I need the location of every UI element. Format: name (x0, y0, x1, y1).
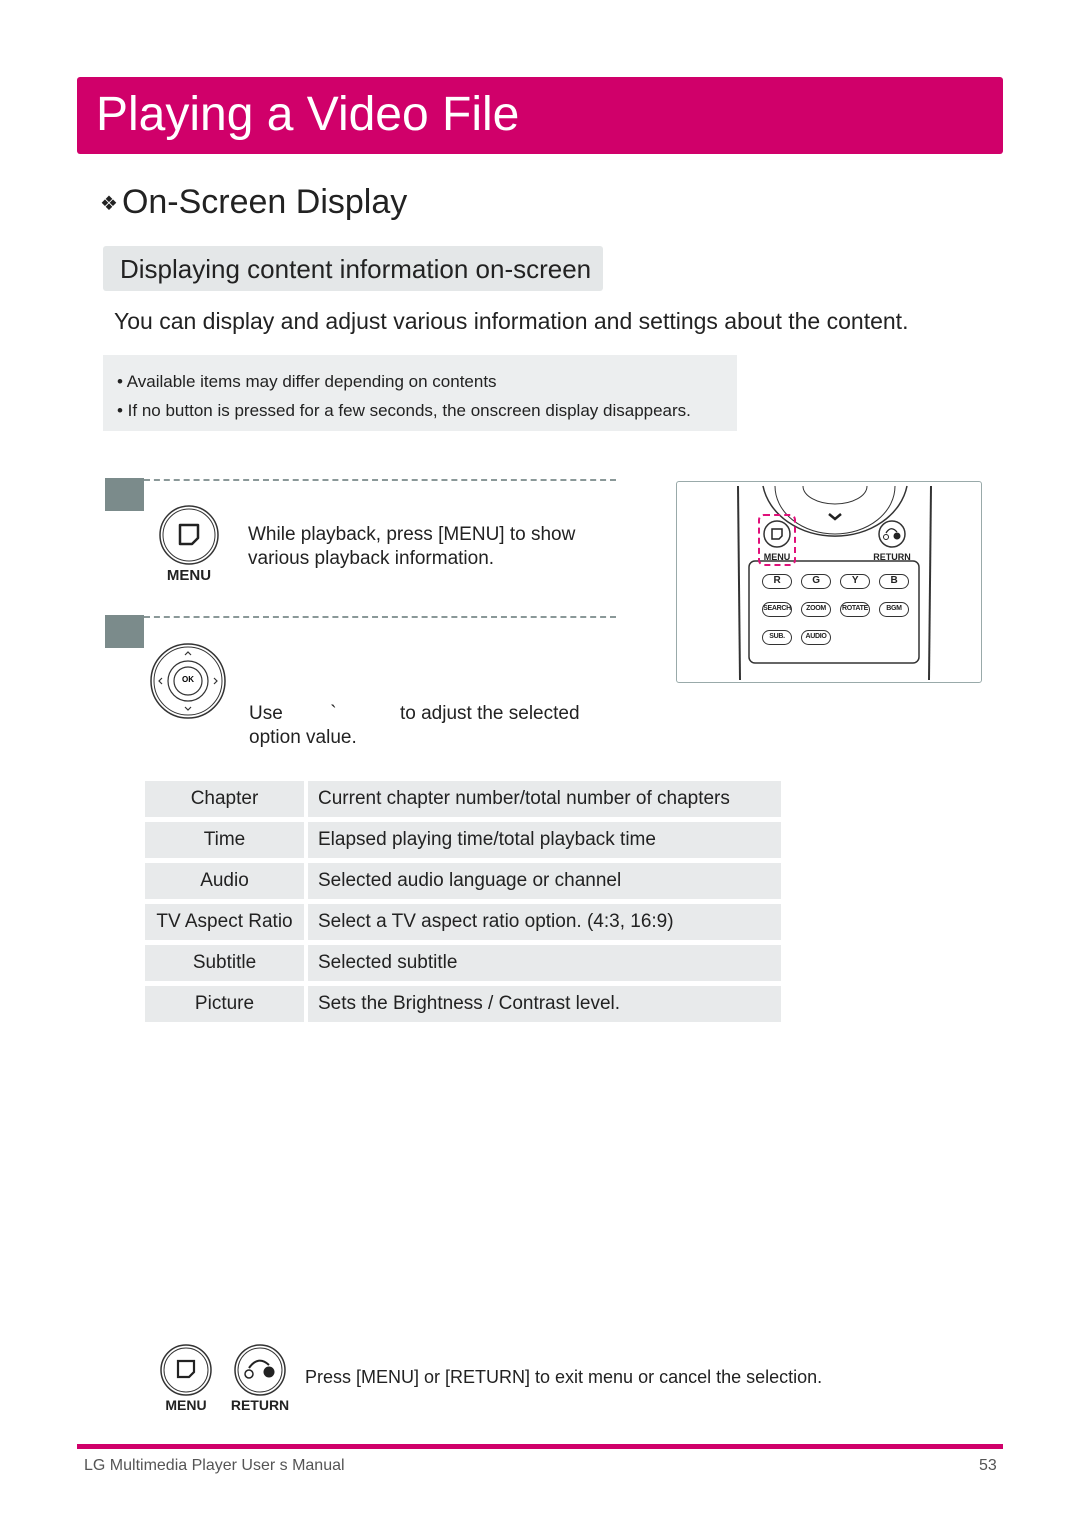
step-2-text: Use ` to adjust the selected option value… (249, 703, 580, 748)
exit-text: Press [MENU] or [RETURN] to exit menu or… (305, 1367, 823, 1387)
step-marker (105, 615, 144, 648)
menu-label: MENU (165, 1397, 207, 1413)
title-bar: Playing a Video File (77, 77, 1003, 154)
menu-button-icon (159, 505, 219, 565)
item-name: Chapter (145, 781, 304, 817)
item-description: Selected audio language or channel (308, 863, 781, 899)
return-button-icon (878, 520, 906, 548)
footer-rule (77, 1444, 1003, 1449)
item-name: TV Aspect Ratio (145, 904, 304, 940)
remote-illustration: MENU RETURN R G Y B SEARCH ZOOM ROTATE BGM SUB. A… (676, 481, 982, 683)
item-name: Time (145, 822, 304, 858)
note: • If no button is pressed for a few seco… (117, 401, 691, 420)
table-row: Time Elapsed playing time/total playback … (145, 822, 781, 858)
item-description: Sets the Brightness / Contrast level. (308, 986, 781, 1022)
table-row: Chapter Current chapter number/total numb… (145, 781, 781, 817)
page-title: Playing a Video File (96, 88, 520, 141)
info-table: Chapter Current chapter number/total numb… (141, 776, 785, 1027)
table-row: TV Aspect Ratio Select a TV aspect ratio … (145, 904, 781, 940)
remote-button-bgm: BGM (879, 602, 909, 617)
item-name: Subtitle (145, 945, 304, 981)
remote-button-search: SEARCH (762, 602, 792, 617)
remote-button-b: B (879, 574, 909, 589)
item-name: Audio (145, 863, 304, 899)
step-1-text: While playback, press [MENU] to show vari… (248, 524, 576, 569)
menu-button-icon (763, 520, 791, 548)
page-number: 53 (979, 1457, 997, 1474)
remote-button-g: G (801, 574, 831, 589)
step-marker (105, 478, 144, 511)
subheading: Displaying content information on-screen (103, 246, 603, 291)
divider (144, 479, 616, 481)
remote-button-sub: SUB. (762, 630, 792, 645)
note: • Available items may differ depending o… (117, 372, 497, 391)
remote-return-label: RETURN (873, 552, 911, 562)
diamond-bullet-icon: ❖ (100, 193, 118, 215)
return-label: RETURN (230, 1397, 290, 1413)
item-description: Select a TV aspect ratio option. (4:3, 1… (308, 904, 781, 940)
section-title: ❖ On-Screen Display (100, 183, 408, 221)
remote-button-r: R (762, 574, 792, 589)
remote-button-audio: AUDIO (801, 630, 831, 645)
remote-menu-label: MENU (763, 552, 791, 562)
menu-button-icon (160, 1344, 212, 1396)
notes-box: • Available items may differ depending o… (103, 355, 737, 431)
menu-label: MENU (166, 567, 212, 584)
item-description: Current chapter number/total number of c… (308, 781, 781, 817)
return-button-icon (234, 1344, 286, 1396)
footer-title: LG Multimedia Player User s Manual (84, 1457, 345, 1474)
item-description: Selected subtitle (308, 945, 781, 981)
table-row: Picture Sets the Brightness / Contrast le… (145, 986, 781, 1022)
intro-text: You can display and adjust various infor… (114, 308, 909, 334)
remote-button-rotate: ROTATE (840, 602, 870, 617)
remote-button-zoom: ZOOM (801, 602, 831, 617)
svg-text:OK: OK (182, 675, 194, 684)
table-row: Subtitle Selected subtitle (145, 945, 781, 981)
table-row: Audio Selected audio language or channel (145, 863, 781, 899)
item-name: Picture (145, 986, 304, 1022)
remote-button-y: Y (840, 574, 870, 589)
item-description: Elapsed playing time/total playback time (308, 822, 781, 858)
divider (144, 616, 616, 618)
dpad-ok-icon: OK (150, 643, 226, 719)
